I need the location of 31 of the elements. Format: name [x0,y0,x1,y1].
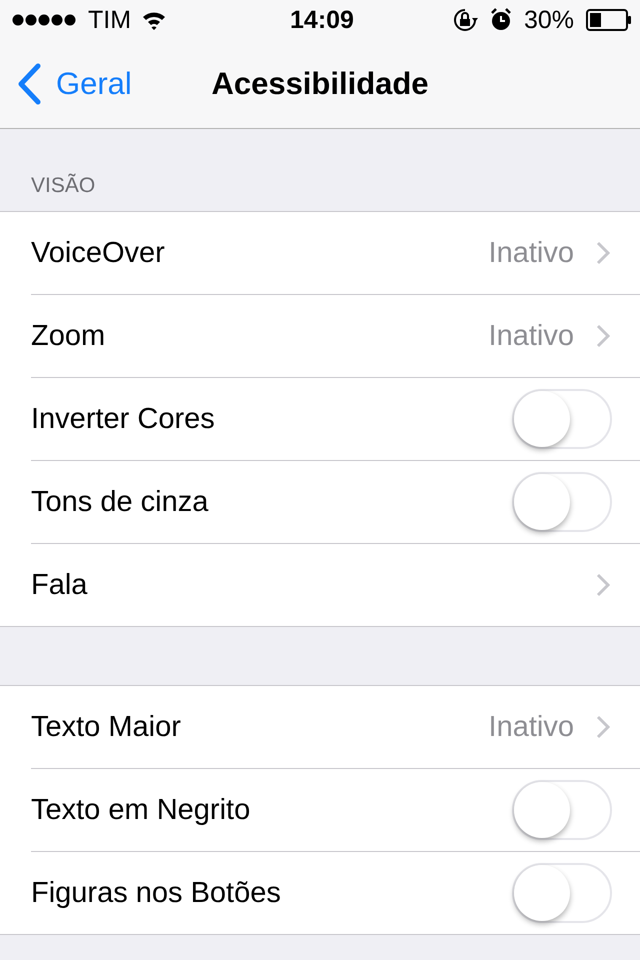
toggle-switch[interactable] [512,472,612,532]
rotation-lock-icon [452,8,478,32]
settings-row[interactable]: Inverter Cores [0,378,640,460]
back-button[interactable]: Geral [0,63,132,105]
row-value: Inativo [488,710,574,744]
settings-row[interactable]: Texto Maior Inativo [0,686,640,768]
settings-row[interactable]: Zoom Inativo [0,295,640,377]
battery-icon [586,9,632,31]
alarm-icon [490,8,512,32]
chevron-icon [596,715,610,739]
carrier-name: TIM [88,6,132,34]
battery-percent: 30% [524,6,574,34]
row-value: Inativo [488,320,574,352]
settings-row[interactable]: Fala [0,544,640,626]
chevron-icon [596,324,610,348]
chevron-icon [596,573,610,597]
settings-row[interactable]: Tons de cinza [0,461,640,543]
screen-title: Acessibilidade [211,66,429,102]
settings-row[interactable]: VoiceOver Inativo [0,212,640,294]
chevron-icon [596,241,610,265]
settings-row[interactable]: Figuras nos Botões [0,852,640,934]
toggle-switch[interactable] [512,863,612,923]
status-time: 14:09 [290,6,354,34]
row-value: Inativo [488,236,574,270]
section-header: VISÃO [31,174,96,198]
signal-icon [12,13,78,27]
settings-row[interactable]: Texto em Negrito [0,769,640,851]
wifi-icon [141,10,168,30]
toggle-switch[interactable] [512,389,612,449]
toggle-switch[interactable] [512,780,612,840]
back-chevron-icon [16,63,42,105]
